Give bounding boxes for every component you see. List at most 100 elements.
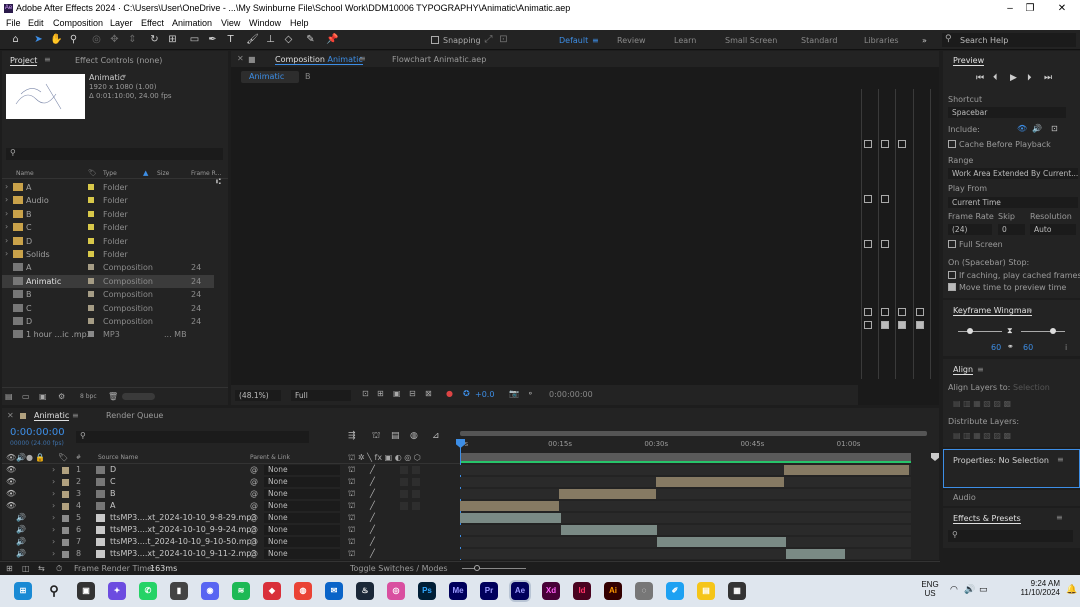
close-icon[interactable]: ✕ [1050,1,1074,16]
snapshot-icon[interactable]: 📷 [509,389,519,398]
timeline-layer-row[interactable]: 👁 › 2 C @ None ⛫ ╱ [2,476,460,488]
guides-icon[interactable]: ⊟ [409,389,416,398]
expand-arrow-icon[interactable]: › [5,249,8,258]
shy-switch-icon[interactable]: ⛫ [348,489,355,499]
snap-grid-icon[interactable]: ⊡ [497,33,510,46]
skip-dropdown[interactable]: 0 [998,224,1025,235]
app-blue-icon[interactable]: ✐ [666,582,684,600]
layer-label-swatch[interactable] [62,515,69,522]
clone-stamp-tool-icon[interactable]: ⊥ [264,33,277,46]
workspace-small-screen[interactable]: Small Screen [725,36,777,45]
project-search-input[interactable]: ⚲ [6,148,223,160]
layer-expand-arrow-icon[interactable]: › [52,537,55,546]
move-time-checkbox[interactable] [948,283,956,291]
app-swirl-icon[interactable]: ◌ [635,582,653,600]
audio-toggle-icon[interactable]: 🔊 [16,525,26,534]
parent-pickwhip-icon[interactable]: @ [250,477,258,486]
layer-label-swatch[interactable] [62,503,69,510]
mask-visibility-icon[interactable]: ▣ [393,389,401,398]
shy-switch-icon[interactable]: ⛫ [348,549,355,559]
media-encoder-icon[interactable]: Me [449,582,467,600]
render-time-icon[interactable]: ⏱ [56,564,62,574]
col-source-name[interactable]: Source Name [98,454,138,461]
bpc-label[interactable]: 8 bpc [80,393,97,400]
first-frame-icon[interactable]: ⏮ [976,73,984,83]
effects-search-input[interactable]: ⚲ [948,530,1073,542]
tab-preview[interactable]: Preview [953,56,985,66]
layer-duration-bar[interactable] [561,525,658,535]
workspace-default[interactable]: Default [559,36,588,45]
distribute-buttons-icon[interactable]: ▤ ▥ ▦ ▧ ▨ ▩ [953,431,1011,440]
parent-dropdown[interactable]: None [264,501,340,511]
layer-expand-arrow-icon[interactable]: › [52,525,55,534]
transparency-grid-icon[interactable]: ⊞ [377,389,384,398]
expand-arrow-icon[interactable]: › [5,182,8,191]
workspace-learn[interactable]: Learn [674,36,696,45]
menu-layer[interactable]: Layer [110,18,133,28]
eraser-tool-icon[interactable]: ◇ [282,33,295,46]
effects-title[interactable]: Effects & Presets [953,514,1021,524]
switch-box[interactable] [412,502,420,510]
orbit-tool-icon[interactable]: ◎ [90,33,103,46]
xd-icon[interactable]: Xd [542,582,560,600]
cache-before-playback-checkbox[interactable] [948,140,956,148]
chrome-icon[interactable]: ◍ [294,582,312,600]
layer-expand-arrow-icon[interactable]: › [52,501,55,510]
quality-switch-icon[interactable]: ╱ [370,525,375,534]
resolution-dropdown-preview[interactable]: Auto [1030,224,1076,235]
side-switch-box[interactable] [881,308,889,316]
side-switch-box[interactable] [898,308,906,316]
layer-duration-bar[interactable] [460,501,560,511]
parent-pickwhip-icon[interactable]: @ [250,501,258,510]
switch-box[interactable] [400,490,408,498]
video-toggle-icon[interactable]: 👁 [6,465,16,474]
illustrator-icon[interactable]: Ai [604,582,622,600]
color-channels-icon[interactable]: ● [446,389,453,398]
outlook-icon[interactable]: ✉ [325,582,343,600]
timeline-timecode[interactable]: 0:00:00:00 [10,427,65,438]
project-item[interactable]: › C Folder [2,221,214,234]
col-type[interactable]: Type [103,170,117,177]
toggle-layer-switches-icon[interactable]: ⊞ [6,564,13,573]
quality-switch-icon[interactable]: ╱ [370,513,375,522]
project-item[interactable]: › Audio Folder [2,194,214,207]
align-title[interactable]: Align [953,365,974,375]
include-video-icon[interactable]: 👁 [1017,124,1027,133]
timeline-search-input[interactable]: ⚲ [76,431,309,443]
project-item[interactable]: C Composition 24 [2,302,214,315]
close-timeline-tab-icon[interactable]: ✕ [7,411,14,420]
col-frame-rate[interactable]: Frame R... [191,170,221,177]
windows-start-icon[interactable]: ⊞ [14,582,32,600]
sort-arrow-icon[interactable]: ▲ [143,169,148,177]
timeline-layer-row[interactable]: 🔊 › 6 ttsMP3....xt_2024-10-10_9-9-24.mp3 @ No… [2,524,460,536]
ease-in-slider[interactable] [958,331,1002,332]
timeline-layer-row[interactable]: 🔊 › 7 ttsMP3....t_2024-10-10_9-10-50.mp3 @ No… [2,536,460,548]
parent-dropdown[interactable]: None [264,525,340,535]
layer-label-swatch[interactable] [62,527,69,534]
project-item[interactable]: Animatic Composition 24 [2,274,214,288]
clock[interactable]: 9:24 AM 11/10/2024 [1000,579,1060,597]
timeline-layer-row[interactable]: 👁 › 3 B @ None ⛫ ╱ [2,488,460,500]
video-toggle-icon[interactable]: 👁 [6,477,16,486]
shortcut-dropdown[interactable]: Spacebar [948,107,1066,118]
shy-switch-icon[interactable]: ⛫ [348,513,355,523]
copilot-icon[interactable]: ✦ [108,582,126,600]
audio-toggle-icon[interactable]: 🔊 [16,537,26,546]
layer-expand-arrow-icon[interactable]: › [52,465,55,474]
brush-tool-icon[interactable]: 🖌 [246,33,259,46]
timeline-layer-row[interactable]: 🔊 › 8 ttsMP3....xt_2024-10-10_9-11-2.mp3 @ No… [2,548,460,560]
layer-duration-bar[interactable] [657,537,786,547]
sticky-notes-icon[interactable]: ▤ [697,582,715,600]
project-item[interactable]: › D Folder [2,235,214,248]
quality-switch-icon[interactable]: ╱ [370,501,375,510]
audio-toggle-icon[interactable]: 🔊 [16,513,26,522]
quality-switch-icon[interactable]: ╱ [370,477,375,486]
project-item[interactable]: A Composition 24 [2,261,214,274]
layer-expand-arrow-icon[interactable]: › [52,513,55,522]
range-dropdown[interactable]: Work Area Extended By Current... [948,168,1078,179]
breadcrumb-animatic[interactable]: Animatic [241,71,299,83]
layer-label-swatch[interactable] [62,551,69,558]
frame-rate-dropdown[interactable]: (24) [948,224,992,235]
shy-switch-icon[interactable]: ⛫ [348,465,355,475]
project-item[interactable]: › B Folder [2,208,214,221]
